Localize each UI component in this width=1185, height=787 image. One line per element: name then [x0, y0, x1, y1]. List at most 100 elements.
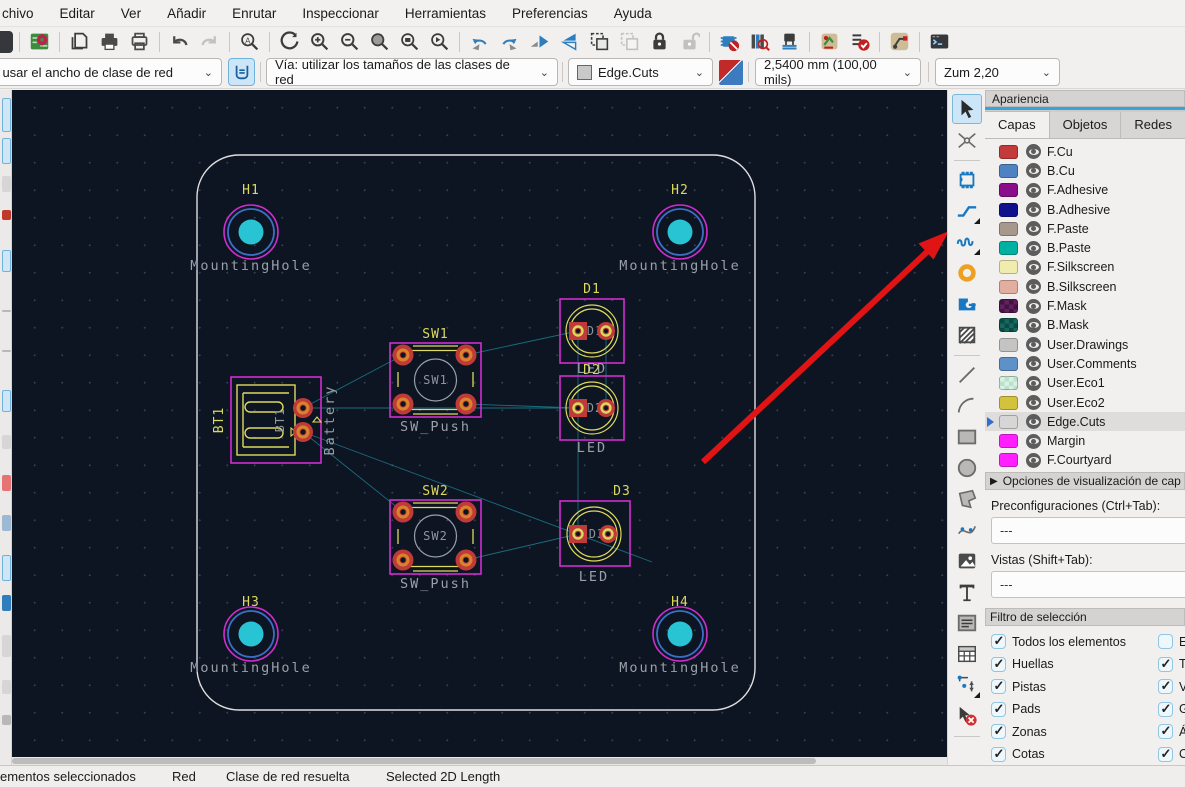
appearance-title[interactable]: Apariencia — [985, 90, 1185, 107]
pad[interactable] — [569, 322, 587, 340]
zoom-fit-icon[interactable] — [366, 29, 393, 55]
dimension-tool[interactable] — [952, 670, 982, 700]
layer-color-swatch[interactable] — [999, 414, 1018, 429]
pad[interactable] — [569, 525, 587, 543]
pad[interactable] — [293, 398, 313, 418]
zoom-objects-icon[interactable] — [396, 29, 423, 55]
pad[interactable] — [293, 422, 313, 442]
print-icon[interactable] — [96, 29, 123, 55]
pad[interactable] — [392, 344, 414, 366]
layer-row[interactable]: B.Mask — [985, 316, 1185, 335]
views-select[interactable]: --- — [991, 571, 1185, 599]
undo-icon[interactable] — [166, 29, 193, 55]
pad[interactable] — [569, 399, 587, 417]
draw-circle-tool[interactable] — [952, 453, 982, 483]
tune-length-tool[interactable] — [952, 227, 982, 257]
pad[interactable] — [597, 399, 615, 417]
pad[interactable] — [455, 344, 477, 366]
layer-color-swatch[interactable] — [999, 202, 1018, 217]
checkbox[interactable] — [991, 678, 1006, 695]
layer-row[interactable]: Edge.Cuts — [985, 412, 1185, 432]
footprint-sw1[interactable]: SW1 SW1 SW_Push — [389, 327, 482, 435]
place-image-tool[interactable] — [952, 546, 982, 576]
layer-color-swatch[interactable] — [999, 453, 1018, 468]
mounting-hole-h1[interactable]: H1 MountingHole — [190, 183, 312, 274]
layer-row[interactable]: F.Adhesive — [985, 181, 1185, 200]
filter-item[interactable]: Otro — [1157, 746, 1185, 762]
layer-color-swatch[interactable] — [999, 144, 1018, 159]
draw-zone-tool[interactable] — [952, 289, 982, 319]
layer-color-swatch[interactable] — [999, 434, 1018, 449]
tab-redes[interactable]: Redes — [1121, 112, 1185, 138]
drc-icon[interactable] — [846, 29, 873, 55]
unlock-icon[interactable] — [676, 29, 703, 55]
lock-icon[interactable] — [646, 29, 673, 55]
eye-visibility-icon[interactable] — [1026, 317, 1041, 333]
layer-color-swatch[interactable] — [999, 221, 1018, 236]
layer-color-swatch[interactable] — [999, 279, 1018, 294]
tab-capas[interactable]: Capas — [985, 111, 1050, 138]
mounting-hole-h4[interactable]: H4 MountingHole — [619, 595, 741, 676]
menu-ayuda[interactable]: Ayuda — [601, 1, 665, 26]
delete-tool[interactable] — [952, 701, 982, 731]
footprint-browser-icon[interactable] — [746, 29, 773, 55]
checkbox[interactable] — [991, 701, 1006, 717]
menu-herramientas[interactable]: Herramientas — [392, 1, 499, 26]
mounting-hole-h2[interactable]: H2 MountingHole — [619, 183, 741, 274]
zoom-in-icon[interactable] — [306, 29, 333, 55]
draw-line-tool[interactable] — [952, 360, 982, 390]
checkbox[interactable] — [1157, 701, 1173, 717]
eye-visibility-icon[interactable] — [1026, 240, 1041, 256]
layer-row[interactable]: User.Drawings — [985, 335, 1185, 354]
pad[interactable] — [455, 501, 477, 523]
presets-select[interactable]: --- — [991, 517, 1185, 545]
group-icon[interactable] — [586, 29, 613, 55]
layer-color-swatch[interactable] — [999, 299, 1018, 314]
eye-visibility-icon[interactable] — [1026, 144, 1041, 160]
eye-visibility-icon[interactable] — [1026, 414, 1041, 430]
board-setup-icon[interactable] — [26, 29, 53, 55]
menu-archivo[interactable]: chivo — [0, 1, 47, 26]
pad[interactable] — [392, 501, 414, 523]
filter-item[interactable]: Gráf — [1157, 701, 1185, 717]
flip-vertical-icon[interactable] — [556, 29, 583, 55]
layer-row[interactable]: F.Cu — [985, 142, 1185, 161]
eye-visibility-icon[interactable] — [1026, 182, 1041, 198]
eye-visibility-icon[interactable] — [1026, 259, 1041, 275]
draw-rectangle-tool[interactable] — [952, 422, 982, 452]
footprint-d1[interactable]: D1 D1 — [559, 282, 625, 364]
checkbox[interactable] — [1157, 634, 1173, 650]
layer-row[interactable]: User.Comments — [985, 354, 1185, 373]
filter-item[interactable]: Zonas — [991, 723, 1126, 740]
draw-polygon-tool[interactable] — [952, 484, 982, 514]
zoom-out-icon[interactable] — [336, 29, 363, 55]
layer-row[interactable]: B.Cu — [985, 161, 1185, 180]
update-pcb-icon[interactable] — [816, 29, 843, 55]
select-cursor-tool[interactable] — [951, 94, 982, 124]
pad[interactable] — [597, 322, 615, 340]
checkbox[interactable] — [1157, 723, 1173, 740]
place-via-tool[interactable] — [952, 258, 982, 288]
eye-visibility-icon[interactable] — [1026, 163, 1041, 179]
menu-ver[interactable]: Ver — [108, 1, 154, 26]
auto-track-width-button[interactable] — [228, 58, 255, 86]
layer-row[interactable]: Margin — [985, 431, 1185, 450]
filter-item[interactable]: Todos los elementos — [991, 633, 1126, 650]
footprint-sw2[interactable]: SW2 SW2 SW_Push — [389, 484, 482, 592]
filter-item[interactable]: Vías — [1157, 678, 1185, 695]
draw-arc-tool[interactable] — [952, 391, 982, 421]
footprint-editor-icon[interactable] — [716, 29, 743, 55]
eye-visibility-icon[interactable] — [1026, 337, 1041, 353]
eye-visibility-icon[interactable] — [1026, 433, 1041, 449]
scripting-console-icon[interactable] — [926, 29, 953, 55]
interactive-router-icon[interactable] — [886, 29, 913, 55]
filter-item[interactable]: Text — [1157, 656, 1185, 672]
checkbox[interactable] — [991, 633, 1006, 650]
find-icon[interactable] — [236, 29, 263, 55]
checkbox[interactable] — [1157, 656, 1173, 672]
route-tracks-tool[interactable] — [952, 196, 982, 226]
layer-row[interactable]: F.Mask — [985, 296, 1185, 315]
flip-horizontal-icon[interactable] — [526, 29, 553, 55]
place-footprint-tool[interactable] — [952, 165, 982, 195]
eye-visibility-icon[interactable] — [1026, 395, 1041, 410]
